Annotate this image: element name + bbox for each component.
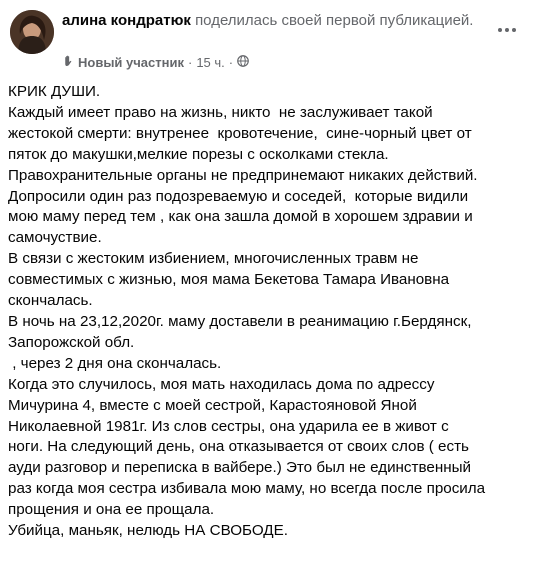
- post-line: КРИК ДУШИ.: [8, 83, 101, 100]
- post-line: Правохранительные органы не предпринемаю…: [8, 166, 478, 184]
- post-line: Запорожской обл.: [8, 333, 135, 351]
- post-line: самочуствие.: [8, 229, 102, 247]
- post-action-text: поделилась своей первой публикацией.: [195, 12, 474, 29]
- post-line: Когда это случилось, моя мать находилась…: [8, 375, 435, 393]
- post-meta: Новый участник · 15 ч. ·: [62, 54, 249, 70]
- post-line: раз когда моя сестра избивала мою маму, …: [8, 480, 486, 498]
- new-member-badge[interactable]: Новый участник: [62, 54, 184, 70]
- post-line: ноги. На следующий день, она отказываетс…: [8, 438, 469, 456]
- post-line: Николаевной 1981г. Из слов сестры, она у…: [8, 417, 449, 435]
- post-time[interactable]: 15 ч.: [196, 55, 224, 70]
- meta-separator-2: ·: [228, 54, 234, 70]
- post-line: скончалась.: [8, 292, 93, 310]
- post-card: алина кондратюк поделилась своей первой …: [0, 0, 535, 571]
- post-line: , через 2 дня она скончалась.: [8, 354, 222, 372]
- author-name[interactable]: алина кондратюк: [62, 12, 191, 29]
- more-horizontal-icon: [497, 28, 518, 32]
- post-line: Каждый имеет право на жизнь, никто не за…: [8, 103, 433, 121]
- post-line: пяток до макушки,мелкие порезы с осколка…: [8, 145, 389, 163]
- post-line: Допросили один раз подозреваемую и сосед…: [8, 187, 469, 205]
- badge-label: Новый участник: [78, 54, 184, 70]
- post-line: мою маму перед тем , как она зашла домой…: [8, 208, 473, 226]
- post-body: КРИК ДУШИ. Каждый имеет право на жизнь, …: [8, 82, 528, 542]
- post-header: алина кондратюк поделилась своей первой …: [8, 6, 527, 76]
- post-line: ауди разговор и переписка в вайбере.) Эт…: [8, 459, 472, 477]
- more-options-button[interactable]: [493, 20, 521, 40]
- post-line: Мичурина 4, вместе с моей сестрой, Карас…: [8, 396, 417, 414]
- post-line: В связи с жестоким избиением, многочисле…: [8, 250, 419, 268]
- post-line: В ночь на 23,12,2020г. маму доставели в …: [8, 312, 472, 330]
- post-headline: алина кондратюк поделилась своей первой …: [62, 10, 482, 31]
- wave-hand-icon: [62, 54, 75, 70]
- post-line: Убийца, маньяк, нелюдь НА СВОБОДЕ.: [8, 522, 288, 540]
- avatar[interactable]: [10, 10, 54, 54]
- globe-icon[interactable]: [237, 54, 249, 70]
- post-line: жестокой смерти: внутренее кровотечение,…: [8, 124, 472, 142]
- post-line: совместимых с жизнью, моя мама Бекетова …: [8, 271, 450, 289]
- post-line: прощения и она ее прощала.: [8, 501, 215, 519]
- meta-separator: ·: [187, 54, 193, 70]
